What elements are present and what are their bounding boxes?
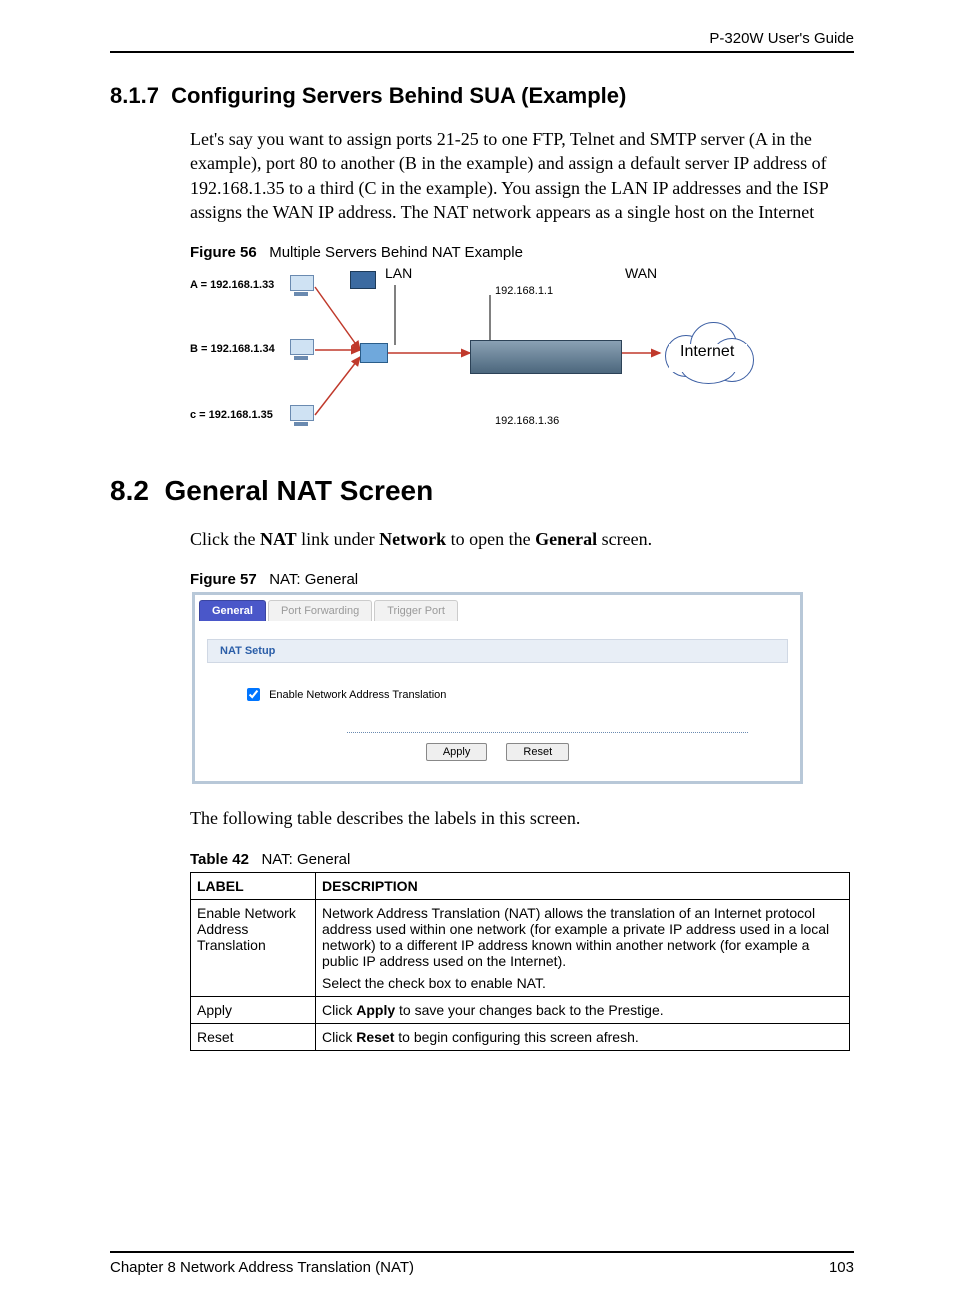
header-rule — [110, 51, 854, 53]
tab-general[interactable]: General — [199, 600, 266, 621]
enable-nat-row[interactable]: Enable Network Address Translation — [243, 689, 446, 701]
tab-trigger-port[interactable]: Trigger Port — [374, 600, 458, 621]
text: Click the — [190, 529, 260, 549]
table-42-caption: Table 42 NAT: General — [190, 851, 854, 868]
figure-56-diagram: LAN WAN 192.168.1.1 A = 192.168.1.33 B =… — [190, 265, 750, 445]
pc-c-icon — [290, 405, 312, 425]
text: to save your changes back to the Prestig… — [395, 1002, 664, 1018]
text: Click — [322, 1029, 356, 1045]
table-header-row: LABEL DESCRIPTION — [191, 872, 850, 899]
section-number: 8.2 — [110, 475, 149, 506]
reset-bold: Reset — [356, 1029, 394, 1045]
table-42-text: NAT: General — [261, 851, 350, 868]
th-label: LABEL — [191, 872, 316, 899]
section-82-intro: Click the NAT link under Network to open… — [190, 527, 854, 551]
section-817-heading: 8.1.7 Configuring Servers Behind SUA (Ex… — [110, 83, 854, 109]
desc-p1: Network Address Translation (NAT) allows… — [322, 905, 843, 969]
cell-description: Network Address Translation (NAT) allows… — [316, 899, 850, 996]
figure-57-text: NAT: General — [269, 571, 358, 588]
table-42: LABEL DESCRIPTION Enable Network Address… — [190, 872, 850, 1051]
switch-icon — [360, 343, 388, 363]
figure-56-text: Multiple Servers Behind NAT Example — [269, 244, 523, 261]
host-c-label: c = 192.168.1.35 — [190, 409, 273, 421]
text: Click — [322, 1002, 356, 1018]
figure-56-caption: Figure 56 Multiple Servers Behind NAT Ex… — [190, 244, 854, 261]
pc-a-icon — [290, 275, 312, 295]
figure-56-label: Figure 56 — [190, 244, 257, 261]
apply-button[interactable]: Apply — [426, 743, 488, 761]
general-screen: General — [535, 529, 597, 549]
cell-description: Click Reset to begin configuring this sc… — [316, 1023, 850, 1050]
ap-icon — [350, 271, 376, 289]
gateway-ip: 192.168.1.1 — [495, 285, 553, 297]
enable-nat-label: Enable Network Address Translation — [269, 689, 446, 701]
divider — [347, 732, 748, 733]
table-row: Enable Network Address Translation Netwo… — [191, 899, 850, 996]
table-row: Reset Click Reset to begin configuring t… — [191, 1023, 850, 1050]
text: link under — [297, 529, 380, 549]
router-icon — [470, 340, 622, 374]
nat-general-screenshot: General Port Forwarding Trigger Port NAT… — [192, 592, 803, 784]
section-82-heading: 8.2 General NAT Screen — [110, 475, 854, 507]
wan-label: WAN — [625, 265, 657, 281]
internet-label: Internet — [680, 343, 734, 361]
footer-chapter: Chapter 8 Network Address Translation (N… — [110, 1259, 414, 1276]
desc-p2: Select the check box to enable NAT. — [322, 975, 843, 991]
section-number: 8.1.7 — [110, 83, 159, 108]
figure-57-label: Figure 57 — [190, 571, 257, 588]
table-row: Apply Click Apply to save your changes b… — [191, 996, 850, 1023]
page-footer: Chapter 8 Network Address Translation (N… — [110, 1251, 854, 1276]
section-title: General NAT Screen — [165, 475, 434, 506]
pc-b-icon — [290, 339, 312, 359]
cell-description: Click Apply to save your changes back to… — [316, 996, 850, 1023]
inside-ip: 192.168.1.36 — [495, 415, 559, 427]
nat-setup-panel: NAT Setup Enable Network Address Transla… — [195, 621, 800, 781]
host-b-label: B = 192.168.1.34 — [190, 343, 275, 355]
table-intro: The following table describes the labels… — [190, 806, 854, 830]
text: to open the — [446, 529, 535, 549]
enable-nat-checkbox[interactable] — [247, 688, 260, 701]
reset-button[interactable]: Reset — [506, 743, 569, 761]
cell-label: Reset — [191, 1023, 316, 1050]
footer-page-number: 103 — [829, 1259, 854, 1276]
apply-bold: Apply — [356, 1002, 395, 1018]
text: screen. — [597, 529, 652, 549]
doc-header: P-320W User's Guide — [110, 30, 854, 47]
table-42-label: Table 42 — [190, 851, 249, 868]
section-title: Configuring Servers Behind SUA (Example) — [171, 83, 626, 108]
tab-port-forwarding[interactable]: Port Forwarding — [268, 600, 372, 621]
section-817-paragraph: Let's say you want to assign ports 21-25… — [190, 127, 854, 224]
nat-link: NAT — [260, 529, 297, 549]
figure-57-caption: Figure 57 NAT: General — [190, 571, 854, 588]
cell-label: Apply — [191, 996, 316, 1023]
th-description: DESCRIPTION — [316, 872, 850, 899]
text: to begin configuring this screen afresh. — [394, 1029, 638, 1045]
tab-bar: General Port Forwarding Trigger Port — [195, 595, 800, 621]
network-menu: Network — [379, 529, 446, 549]
host-a-label: A = 192.168.1.33 — [190, 279, 274, 291]
cell-label: Enable Network Address Translation — [191, 899, 316, 996]
panel-header: NAT Setup — [207, 639, 788, 663]
lan-label: LAN — [385, 265, 412, 281]
